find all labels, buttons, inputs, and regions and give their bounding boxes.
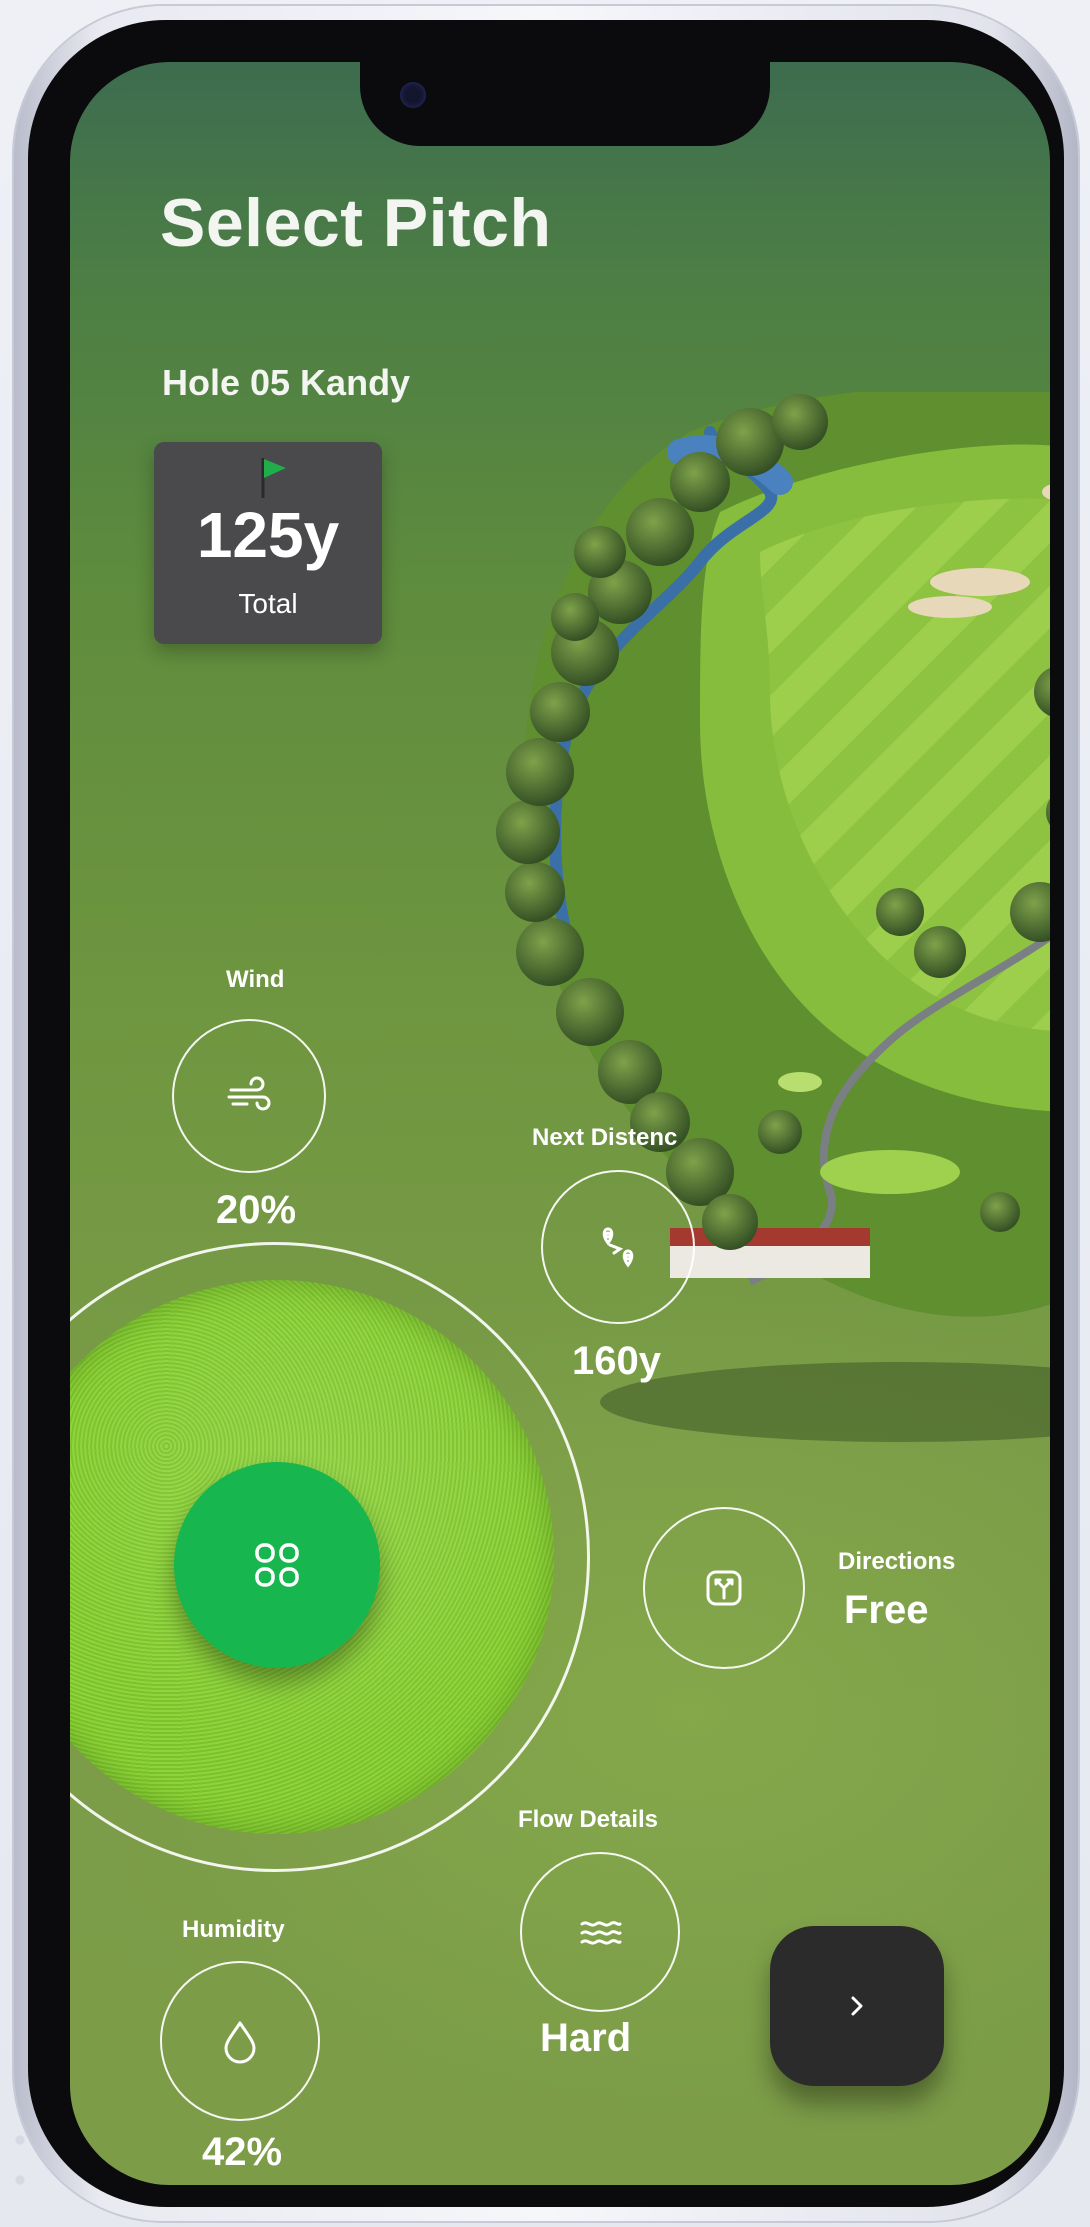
droplet-icon bbox=[224, 2021, 256, 2064]
distance-card: 125y Total bbox=[154, 442, 382, 644]
directions-label: Directions bbox=[838, 1548, 956, 1575]
directions-value: Free bbox=[844, 1588, 929, 1632]
humidity-value: 42% bbox=[202, 2130, 283, 2174]
distance-label: Total bbox=[238, 588, 298, 619]
distance-value: 125y bbox=[196, 499, 340, 571]
wind-icon bbox=[227, 1076, 271, 1111]
next-button[interactable] bbox=[770, 1926, 944, 2086]
next-distance-value: 160y bbox=[572, 1339, 661, 1383]
route-icon bbox=[602, 1227, 634, 1268]
grid-menu-icon bbox=[255, 1543, 299, 1587]
flag-icon bbox=[261, 458, 286, 498]
fork-arrow-icon bbox=[706, 1570, 742, 1606]
flow-details-label: Flow Details bbox=[518, 1806, 659, 1833]
flow-details-value: Hard bbox=[540, 2016, 632, 2060]
humidity-label: Humidity bbox=[182, 1916, 285, 1943]
wind-button[interactable] bbox=[172, 1019, 326, 1173]
flow-details-button[interactable] bbox=[520, 1852, 680, 2012]
grid-menu-button[interactable] bbox=[174, 1462, 380, 1668]
wind-value: 20% bbox=[216, 1188, 297, 1232]
wind-label: Wind bbox=[226, 966, 285, 993]
directions-button[interactable] bbox=[643, 1507, 805, 1669]
hole-name: Hole 05 Kandy bbox=[162, 362, 411, 403]
front-camera bbox=[400, 82, 426, 108]
page-title: Select Pitch bbox=[160, 185, 552, 261]
next-distance-label: Next Distenc bbox=[532, 1124, 678, 1151]
waves-icon bbox=[580, 1921, 622, 1945]
next-distance-button[interactable] bbox=[541, 1170, 695, 1324]
humidity-button[interactable] bbox=[160, 1961, 320, 2121]
chevron-right-icon bbox=[851, 1996, 863, 2016]
phone-notch bbox=[360, 62, 770, 146]
app-screen: Select Pitch Hole 05 Kandy 125y Total Wi… bbox=[70, 62, 1050, 2185]
